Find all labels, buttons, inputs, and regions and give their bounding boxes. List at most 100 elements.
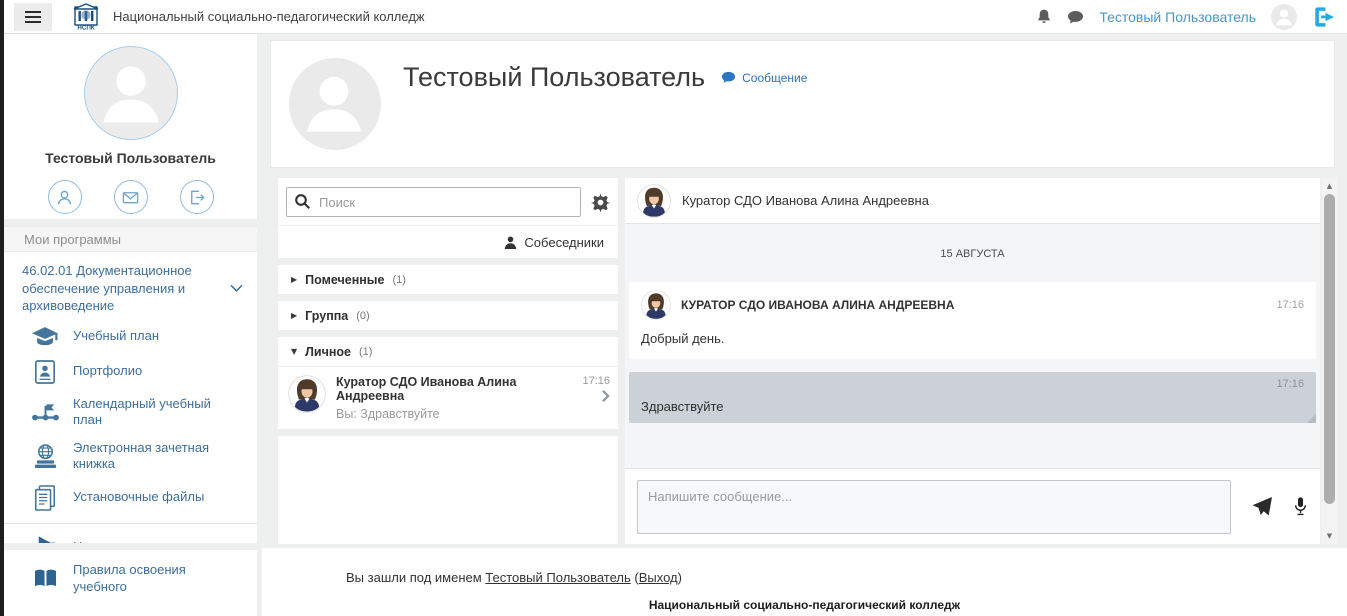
scroll-up-arrow-icon[interactable]: ▲ [1322,179,1337,193]
gradebook-icon [30,443,60,470]
page-left-edge [0,0,4,616]
sidebar-item-news[interactable]: Новости [30,535,243,543]
sidebar-item-label: Правила освоения учебного [73,562,243,595]
scroll-down-arrow-icon[interactable]: ▼ [1322,529,1337,543]
mail-icon[interactable] [114,180,148,214]
triangle-collapsed-icon: ▶ [291,311,297,320]
topbar-actions: Тестовый Пользователь [1036,4,1347,30]
college-building-icon: НСПК [72,3,100,31]
message-author: КУРАТОР СДО ИВАНОВА АЛИНА АНДРЕЕВНА [681,298,1266,312]
footer-college-name: Национальный социально-педагогический ко… [262,598,1347,612]
topbar-user-link[interactable]: Тестовый Пользователь [1099,9,1256,25]
person-icon [504,236,517,249]
section-private[interactable]: ▼ Личное (1) [278,337,618,366]
sidebar-item-portfolio[interactable]: Портфолио [30,359,243,385]
sidebar-item-gradebook[interactable]: Электронная зачетная книжка [30,440,243,473]
sidebar-quick-actions [48,180,214,214]
section-count: (0) [356,310,369,322]
microphone-icon [1293,496,1308,517]
scrollbar-thumb[interactable] [1324,194,1335,504]
sidebar: Тестовый Пользователь Мои программы 46.0… [4,34,257,616]
section-label: Личное [305,345,351,359]
conversation-list-item[interactable]: Куратор СДО Иванова Алина Андреевна Вы: … [278,367,618,429]
sidebar-item-label: Электронная зачетная книжка [73,440,243,473]
section-group[interactable]: ▶ Группа (0) [278,301,618,330]
topbar: НСПК Национальный социально-педагогическ… [4,0,1347,34]
sidebar-item-rules[interactable]: Правила освоения учебного [30,562,243,595]
section-label: Группа [305,309,348,323]
triangle-collapsed-icon: ▶ [291,275,297,284]
chat-input-row [625,468,1320,544]
login-info: Вы зашли под именем Тестовый Пользовател… [346,570,682,585]
sidebar-item-setup-files[interactable]: Установочные файлы [30,484,243,512]
section-starred[interactable]: ▶ Помеченные (1) [278,265,618,294]
college-logo[interactable]: НСПК [72,3,100,31]
conversation-time: 17:16 [582,375,610,387]
graduation-cap-icon [30,325,60,348]
settings-gear-icon[interactable] [591,193,610,212]
footer-user-link[interactable]: Тестовый Пользователь [485,570,630,585]
program-block: 46.02.01 Документационное обеспечение уп… [4,252,257,543]
search-icon [294,193,311,215]
conversation-name: Куратор СДО Иванова Алина Андреевна [336,375,572,403]
exit-icon[interactable] [180,180,214,214]
page: НСПК Национальный социально-педагогическ… [0,0,1347,616]
voice-message-button[interactable] [1293,496,1308,517]
sidebar-divider [4,523,257,524]
program-title: 46.02.01 Документационное обеспечение уп… [22,262,224,315]
footer-logout-link[interactable]: Выход [639,570,678,585]
paper-plane-icon [1251,496,1273,518]
profile-icon[interactable] [48,180,82,214]
message-input[interactable] [637,480,1231,534]
menu-toggle-button[interactable] [14,3,52,31]
contact-avatar [288,375,326,413]
topbar-title: Национальный социально-педагогический ко… [113,9,425,24]
sidebar-user-avatar[interactable] [84,46,178,140]
logout-icon[interactable] [1312,5,1337,29]
sidebar-item-label: Учебный план [73,328,159,345]
message-bubble-icon [721,71,736,85]
send-message-link[interactable]: Сообщение [721,71,807,85]
triangle-expanded-icon: ▼ [291,347,297,356]
megaphone-icon [30,535,60,543]
chat-scrollbar[interactable]: ▲ ▼ [1322,178,1337,544]
chat-panel: Куратор СДО Иванова Алина Андреевна 15 А… [625,178,1320,544]
messages-bubble-icon[interactable] [1067,9,1084,25]
login-info-prefix: Вы зашли под именем [346,570,482,585]
chat-message-area: 15 АВГУСТА КУРАТОР СДО ИВАНОВА АЛИНА АНД… [625,224,1320,468]
contacts-link[interactable]: Собеседники [278,225,618,258]
send-message-label: Сообщение [742,71,807,85]
topbar-user-avatar[interactable] [1271,4,1297,30]
page-title: Тестовый Пользователь [403,62,705,93]
program-title-row[interactable]: 46.02.01 Документационное обеспечение уп… [22,262,243,315]
outgoing-message: 17:16 Здравствуйте [629,372,1316,423]
conversation-preview: Вы: Здравствуйте [336,407,572,421]
chevron-down-icon [230,279,243,297]
contacts-empty-area [278,436,618,544]
sidebar-item-label: Установочные файлы [73,489,204,506]
chat-contact-avatar [637,184,671,218]
message-time: 17:16 [1276,299,1304,311]
notifications-bell-icon[interactable] [1036,8,1052,25]
chat-date-divider: 15 АВГУСТА [628,248,1317,260]
section-label: Помеченные [305,273,384,287]
footer: Вы зашли под именем Тестовый Пользовател… [262,548,1347,616]
chat-header: Куратор СДО Иванова Алина Андреевна [625,178,1320,224]
timeline-icon [30,402,60,423]
contacts-search-row [278,178,618,225]
contacts-label: Собеседники [524,235,604,250]
send-button[interactable] [1251,496,1273,518]
section-count: (1) [359,346,372,358]
profile-avatar [289,58,381,150]
sidebar-item-curriculum[interactable]: Учебный план [30,325,243,348]
portfolio-icon [30,359,60,385]
chat-contact-name: Куратор СДО Иванова Алина Андреевна [682,193,929,208]
message-text: Здравствуйте [641,399,1304,414]
sidebar-item-calendar-plan[interactable]: Календарный учебный план [30,396,243,429]
message-author-avatar [641,290,671,320]
chevron-right-icon [601,389,610,408]
files-icon [30,484,60,512]
search-input[interactable] [286,187,581,217]
rules-block: Правила освоения учебного [4,550,257,616]
sidebar-user-name: Тестовый Пользователь [45,150,216,166]
